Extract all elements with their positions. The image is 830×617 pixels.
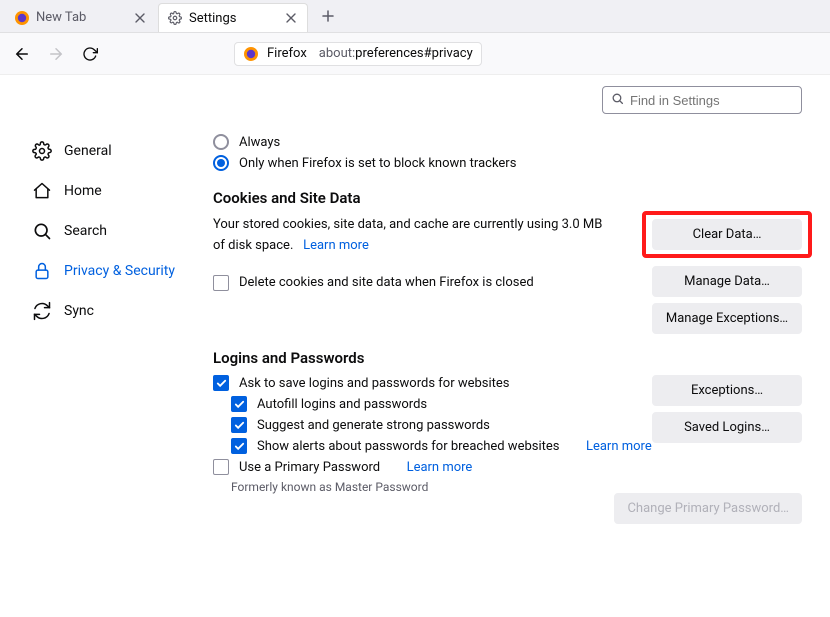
radio-label: Only when Firefox is set to block known … <box>239 156 516 171</box>
sidebar-item-general[interactable]: General <box>0 133 195 169</box>
close-icon[interactable] <box>132 10 148 26</box>
sidebar-item-label: Home <box>64 183 102 199</box>
search-input[interactable] <box>630 93 806 108</box>
section-heading-logins: Logins and Passwords <box>213 349 802 367</box>
link-learn-more-cookies[interactable]: Learn more <box>303 238 369 253</box>
radio-label: Always <box>239 135 280 150</box>
sidebar-item-sync[interactable]: Sync <box>0 293 195 329</box>
settings-sidebar: General Home Search Privacy & Security S… <box>0 75 195 617</box>
sync-icon <box>32 301 52 321</box>
forward-button[interactable] <box>46 44 66 64</box>
radio-always[interactable]: Always <box>213 134 802 150</box>
tab-label: New Tab <box>36 10 86 25</box>
checkbox-label: Use a Primary Password <box>239 460 380 475</box>
checkbox-icon <box>213 375 229 391</box>
radio-icon <box>213 155 229 171</box>
find-in-settings[interactable] <box>602 86 802 114</box>
primary-password-note: Formerly known as Master Password <box>231 480 802 494</box>
settings-main: Always Only when Firefox is set to block… <box>195 75 830 617</box>
sidebar-item-label: Search <box>64 223 107 239</box>
checkbox-label: Autofill logins and passwords <box>257 397 427 412</box>
checkbox-icon <box>213 459 229 475</box>
checkbox-icon <box>231 417 247 433</box>
search-icon <box>611 92 624 109</box>
saved-logins-button[interactable]: Saved Logins… <box>652 412 802 443</box>
checkbox-icon <box>213 275 229 291</box>
search-icon <box>32 221 52 241</box>
back-button[interactable] <box>12 44 32 64</box>
checkbox-icon <box>231 396 247 412</box>
clear-data-button[interactable]: Clear Data… <box>652 219 802 250</box>
manage-exceptions-button[interactable]: Manage Exceptions… <box>652 303 802 334</box>
sidebar-item-label: Sync <box>64 303 94 319</box>
radio-only-block-trackers[interactable]: Only when Firefox is set to block known … <box>213 155 802 171</box>
url-bar[interactable]: Firefox about:preferences#privacy <box>234 42 482 66</box>
tab-new-tab[interactable]: New Tab <box>6 3 156 32</box>
firefox-icon <box>243 46 259 62</box>
sidebar-item-privacy[interactable]: Privacy & Security <box>0 253 195 289</box>
section-heading-cookies: Cookies and Site Data <box>213 189 802 207</box>
sidebar-item-home[interactable]: Home <box>0 173 195 209</box>
checkbox-icon <box>231 438 247 454</box>
home-icon <box>32 181 52 201</box>
tab-label: Settings <box>189 11 236 26</box>
url-app-label: Firefox <box>267 46 307 61</box>
manage-data-button[interactable]: Manage Data… <box>652 266 802 297</box>
section-cookies: Your stored cookies, site data, and cach… <box>213 215 802 315</box>
gear-icon <box>32 141 52 161</box>
close-icon[interactable] <box>283 10 299 26</box>
checkbox-label: Ask to save logins and passwords for web… <box>239 376 510 391</box>
checkbox-label: Delete cookies and site data when Firefo… <box>239 275 534 290</box>
cookies-description: Your stored cookies, site data, and cach… <box>213 215 603 257</box>
logins-exceptions-button[interactable]: Exceptions… <box>652 375 802 406</box>
browser-tabstrip: New Tab Settings <box>0 0 830 33</box>
link-learn-more-primary[interactable]: Learn more <box>407 460 473 475</box>
checkbox-label: Suggest and generate strong passwords <box>257 418 490 433</box>
tab-settings[interactable]: Settings <box>158 3 308 32</box>
sidebar-item-label: Privacy & Security <box>64 263 175 279</box>
link-learn-more-alerts[interactable]: Learn more <box>586 439 652 454</box>
browser-toolbar: Firefox about:preferences#privacy <box>0 33 830 75</box>
section-logins: Ask to save logins and passwords for web… <box>213 375 802 545</box>
checkbox-primary-password[interactable]: Use a Primary Password Learn more <box>213 459 802 475</box>
checkbox-label: Show alerts about passwords for breached… <box>257 439 560 454</box>
gear-icon <box>167 10 183 26</box>
radio-icon <box>213 134 229 150</box>
lock-icon <box>32 261 52 281</box>
url-text: about:preferences#privacy <box>319 46 473 61</box>
sidebar-item-label: General <box>64 143 112 159</box>
firefox-icon <box>14 10 30 26</box>
sidebar-item-search[interactable]: Search <box>0 213 195 249</box>
reload-button[interactable] <box>80 44 100 64</box>
change-primary-password-button[interactable]: Change Primary Password… <box>614 493 802 524</box>
new-tab-button[interactable] <box>314 2 342 30</box>
